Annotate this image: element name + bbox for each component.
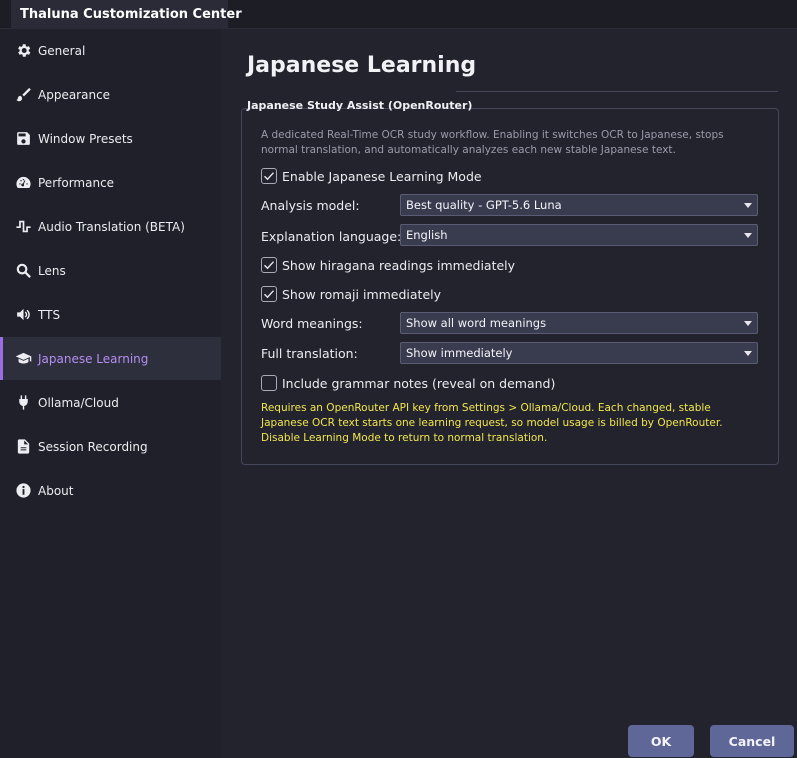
sidebar-item-label: Window Presets <box>38 131 133 146</box>
sidebar-item-about[interactable]: About <box>0 469 221 512</box>
select-value: English <box>406 228 448 242</box>
select-value: Show all word meanings <box>406 316 547 330</box>
sidebar-item-lens[interactable]: Lens <box>0 249 221 292</box>
full-translation-label: Full translation: <box>261 346 358 361</box>
sidebar-item-label: General <box>38 43 86 58</box>
sidebar-item-window-presets[interactable]: Window Presets <box>0 117 221 160</box>
chevron-down-icon <box>744 203 752 208</box>
sidebar-item-label: Performance <box>38 175 115 190</box>
checkbox-label: Enable Japanese Learning Mode <box>282 168 482 184</box>
main-panel: Japanese Learning Japanese Study Assist … <box>221 29 797 758</box>
sidebar-item-general[interactable]: General <box>0 29 221 72</box>
analysis-model-select[interactable]: Best quality - GPT-5.6 Luna <box>400 194 758 216</box>
cancel-button[interactable]: Cancel <box>710 725 794 757</box>
waveform-icon <box>14 218 32 236</box>
group-divider <box>456 91 778 92</box>
sidebar-item-tts[interactable]: TTS <box>0 293 221 336</box>
grammar-notes-checkbox[interactable]: Include grammar notes (reveal on demand) <box>261 374 555 392</box>
sidebar: General Appearance Window Presets Perfor… <box>0 29 221 758</box>
word-meanings-label: Word meanings: <box>261 316 363 331</box>
group-title: Japanese Study Assist (OpenRouter) <box>247 99 473 112</box>
document-icon <box>14 438 32 456</box>
chevron-down-icon <box>744 321 752 326</box>
sidebar-item-label: Ollama/Cloud <box>38 395 119 410</box>
checkbox-checked[interactable] <box>261 286 277 302</box>
sidebar-item-performance[interactable]: Performance <box>0 161 221 204</box>
chevron-down-icon <box>744 233 752 238</box>
sidebar-item-label: Audio Translation (BETA) <box>38 219 185 234</box>
info-icon <box>14 482 32 500</box>
page-title: Japanese Learning <box>247 53 477 78</box>
sidebar-item-japanese-learning[interactable]: Japanese Learning <box>0 337 221 380</box>
checkbox-label: Show hiragana readings immediately <box>282 257 516 273</box>
analysis-model-label: Analysis model: <box>261 198 360 213</box>
brush-icon <box>14 86 32 104</box>
plug-icon <box>14 394 32 412</box>
enable-learning-mode-checkbox[interactable]: Enable Japanese Learning Mode <box>261 167 482 185</box>
gauge-icon <box>14 174 32 192</box>
full-translation-select[interactable]: Show immediately <box>400 342 758 364</box>
sidebar-item-label: About <box>38 483 74 498</box>
sidebar-item-audio-translation[interactable]: Audio Translation (BETA) <box>0 205 221 248</box>
chevron-down-icon <box>744 351 752 356</box>
sidebar-item-ollama-cloud[interactable]: Ollama/Cloud <box>0 381 221 424</box>
sidebar-item-label: Appearance <box>38 87 111 102</box>
ok-button[interactable]: OK <box>628 725 694 757</box>
explanation-language-label: Explanation language: <box>261 229 402 244</box>
search-icon <box>14 262 32 280</box>
checkbox-checked[interactable] <box>261 257 277 273</box>
window-title: Thaluna Customization Center <box>11 0 242 29</box>
select-value: Show immediately <box>406 346 513 360</box>
romaji-checkbox[interactable]: Show romaji immediately <box>261 285 441 303</box>
hiragana-checkbox[interactable]: Show hiragana readings immediately <box>261 256 515 274</box>
graduation-cap-icon <box>14 350 32 368</box>
sidebar-item-label: Lens <box>38 263 66 278</box>
sidebar-item-appearance[interactable]: Appearance <box>0 73 221 116</box>
sidebar-item-session-recording[interactable]: Session Recording <box>0 425 221 468</box>
explanation-language-select[interactable]: English <box>400 224 758 246</box>
word-meanings-select[interactable]: Show all word meanings <box>400 312 758 334</box>
openrouter-note: Requires an OpenRouter API key from Sett… <box>261 402 723 444</box>
title-bar: Thaluna Customization Center <box>0 0 797 29</box>
checkbox-label: Include grammar notes (reveal on demand) <box>282 375 556 391</box>
description-text: A dedicated Real-Time OCR study workflow… <box>261 129 724 156</box>
gear-icon <box>14 42 32 60</box>
sidebar-item-label: TTS <box>38 307 61 322</box>
select-value: Best quality - GPT-5.6 Luna <box>406 198 562 212</box>
sidebar-item-label: Japanese Learning <box>38 351 149 366</box>
sidebar-item-label: Session Recording <box>38 439 148 454</box>
speaker-icon <box>14 306 32 324</box>
save-icon <box>14 130 32 148</box>
checkbox-label: Show romaji immediately <box>282 286 442 302</box>
checkbox-unchecked[interactable] <box>261 375 277 391</box>
checkbox-checked[interactable] <box>261 168 277 184</box>
